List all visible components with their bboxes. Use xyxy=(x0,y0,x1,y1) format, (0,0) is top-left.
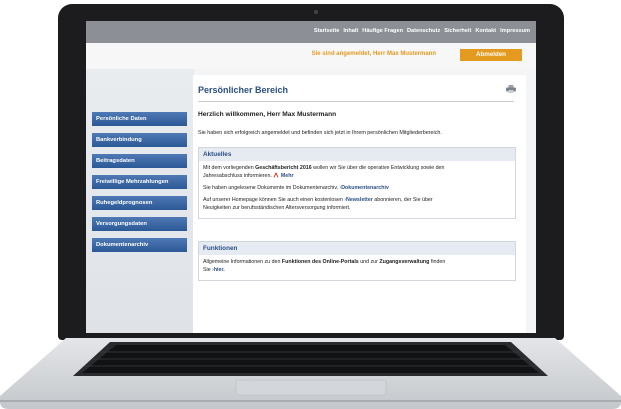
sidebar-item-persoenliche-daten[interactable]: Persönliche Daten xyxy=(92,112,187,126)
nav-kontakt[interactable]: Kontakt xyxy=(475,28,496,34)
sidebar-item-beitragsdaten[interactable]: Beitragsdaten xyxy=(92,154,187,168)
funktionen-body: Allgemeine Informationen zu den Funktion… xyxy=(199,255,515,280)
news-text: Sie haben ungelesene Dokumente im Dokume… xyxy=(203,185,339,191)
main-content: Persönlicher Bereich Herzlich willkommen… xyxy=(193,75,526,333)
funktionen-text: und zur xyxy=(358,259,380,265)
dokumentenarchiv-link[interactable]: Dokumentenarchiv xyxy=(341,185,389,191)
welcome-heading: Herzlich willkommen, Herr Max Mustermann xyxy=(198,111,337,118)
news-unread-documents: Sie haben ungelesene Dokumente im Dokume… xyxy=(203,184,511,192)
news-text: Neuigkeiten zur berufsständischen Alters… xyxy=(203,205,351,211)
news-text: Auf unserer Homepage können Sie auch ein… xyxy=(203,197,343,203)
logout-button[interactable]: Abmelden xyxy=(460,49,522,61)
aktuelles-body: Mit dem vorliegenden Geschäftsbericht 20… xyxy=(199,161,515,218)
browser-screen: Startseite Inhalt Häufige Fragen Datensc… xyxy=(86,21,536,333)
sidebar-item-bankverbindung[interactable]: Bankverbindung xyxy=(92,133,187,147)
news-text: Mit dem vorliegenden xyxy=(203,165,256,171)
news-text: abonnieren, der Sie über xyxy=(372,197,433,203)
aktuelles-heading: Aktuelles xyxy=(199,148,515,161)
title-divider xyxy=(198,101,514,102)
aktuelles-panel: Aktuelles Mit dem vorliegenden Geschäfts… xyxy=(198,147,516,219)
news-text: Jahresabschluss informieren. xyxy=(203,173,272,179)
login-status: Sie sind angemeldet, Herr Max Mustermann xyxy=(311,51,436,57)
news-newsletter: Auf unserer Homepage können Sie auch ein… xyxy=(203,196,511,212)
sidebar-item-freiwillige-mehrzahlungen[interactable]: Freiwillige Mehrzahlungen xyxy=(92,175,187,189)
sidebar-menu: Persönliche Daten Bankverbindung Beitrag… xyxy=(92,112,187,259)
hier-link[interactable]: hier. xyxy=(214,267,225,273)
sidebar-item-dokumentenarchiv[interactable]: Dokumentenarchiv xyxy=(92,238,187,252)
news-report-title: Geschäftsbericht 2016 xyxy=(255,165,312,171)
nav-sicherheit[interactable]: Sicherheit xyxy=(444,28,471,34)
funktionen-text: Allgemeine Informationen zu den xyxy=(203,259,282,265)
funktionen-bold: Funktionen des Online-Portals xyxy=(281,259,359,265)
funktionen-info: Allgemeine Informationen zu den Funktion… xyxy=(203,258,511,274)
nav-inhalt[interactable]: Inhalt xyxy=(343,28,358,34)
pdf-icon[interactable] xyxy=(273,172,279,178)
funktionen-text: finden xyxy=(429,259,446,265)
newsletter-link[interactable]: Newsletter xyxy=(346,197,373,203)
intro-text: Sie haben sich erfolgreich angemeldet un… xyxy=(198,130,442,136)
login-bar: Sie sind angemeldet, Herr Max Mustermann… xyxy=(86,43,536,69)
top-navigation: Startseite Inhalt Häufige Fragen Datensc… xyxy=(314,28,530,34)
funktionen-heading: Funktionen xyxy=(199,242,515,255)
nav-impressum[interactable]: Impressum xyxy=(500,28,530,34)
funktionen-text: Sie xyxy=(203,267,211,273)
news-text: wollen wir Sie über die operative Entwic… xyxy=(311,165,445,171)
more-link[interactable]: Mehr xyxy=(281,173,294,179)
top-navigation-bar: Startseite Inhalt Häufige Fragen Datensc… xyxy=(86,21,536,43)
page-title: Persönlicher Bereich xyxy=(198,85,289,95)
funktionen-panel: Funktionen Allgemeine Informationen zu d… xyxy=(198,241,516,281)
news-annual-report: Mit dem vorliegenden Geschäftsbericht 20… xyxy=(203,164,511,180)
webcam xyxy=(314,10,318,14)
sidebar-item-ruhegeldprognosen[interactable]: Ruhegeldprognosen xyxy=(92,196,187,210)
nav-haeufige-fragen[interactable]: Häufige Fragen xyxy=(362,28,403,34)
nav-datenschutz[interactable]: Datenschutz xyxy=(407,28,440,34)
laptop-keyboard xyxy=(0,338,621,409)
nav-startseite[interactable]: Startseite xyxy=(314,28,340,34)
printer-icon[interactable] xyxy=(506,85,516,93)
sidebar-item-versorgungsdaten[interactable]: Versorgungsdaten xyxy=(92,217,187,231)
funktionen-bold: Zugangsverwaltung xyxy=(379,259,430,265)
